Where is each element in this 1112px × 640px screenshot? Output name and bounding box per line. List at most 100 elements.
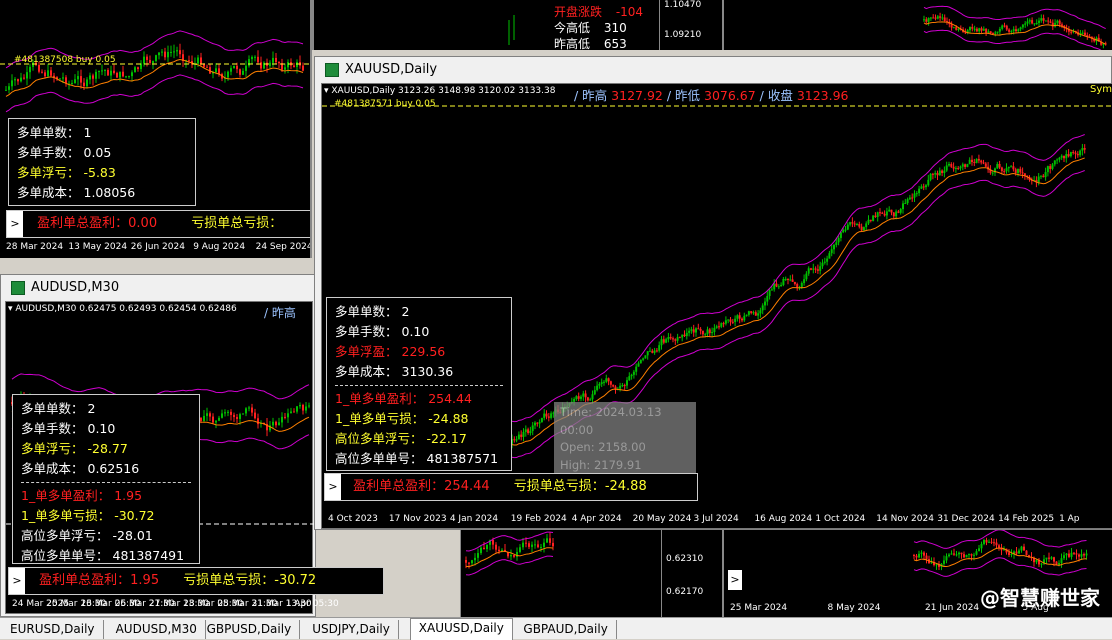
candle-body [236,417,238,419]
candle-body [1065,154,1068,159]
expand-arrow-button[interactable]: > [728,570,742,590]
date-tick: 16 Aug 2024 [754,514,813,524]
candle-body [957,28,960,30]
candle-body [985,28,988,33]
candle-body [38,64,40,72]
candle-body [856,223,858,225]
candle-body [236,65,238,70]
candle-body [872,215,875,221]
candle-body [635,366,638,372]
candle-body [883,213,886,216]
expand-arrow-button[interactable]: > [9,568,25,594]
candle-body [26,72,28,79]
candle-body [233,65,235,69]
candle-body [302,404,304,411]
candle-body [513,554,515,557]
candle-body [948,554,950,557]
divider [335,385,503,386]
candle-body [918,188,921,194]
candle-body [902,203,904,210]
info-value: -5.83 [79,165,116,180]
candle-body [1021,24,1024,28]
stat-value: 3127.92 [607,88,667,103]
indicator-line [913,547,1087,568]
gbpusd-chart-window[interactable]: 开盘涨跌 -104 今高低 310 昨高低 653 1.10470 1.09210 [312,0,722,50]
expand-arrow-button[interactable]: > [325,474,341,500]
profit-value: 254.44 [444,479,490,494]
usdjpy-chart-window[interactable] [722,0,1112,50]
tab-eurusd-daily[interactable]: EURUSD,Daily [2,620,104,639]
candle-body [122,71,124,77]
candle-body [486,544,488,550]
stat-line: 昨高低 653 [554,37,627,50]
candle-body [545,413,548,417]
candle-body [227,71,229,78]
candle-body [936,173,939,176]
tab-xauusd-daily[interactable]: XAUUSD,Daily [409,618,513,640]
candle-body [1063,155,1065,159]
date-tick: 14 Feb 2025 [998,514,1055,524]
audusd-window[interactable]: AUDUSD,M30 ▾ AUDUSD,M30 0.62475 0.62493 … [0,274,384,617]
tab-gbpaud-daily[interactable]: GBPAUD,Daily [515,620,617,639]
candle-body [531,544,533,547]
audusd-header: ▾ AUDUSD,M30 0.62475 0.62493 0.62454 0.6… [8,304,237,314]
info-value: 0.62516 [83,461,140,476]
candle-body [1048,557,1050,559]
expand-arrow-button[interactable]: > [7,211,23,237]
candle-body [1058,157,1061,160]
price-label: 0.62310 [666,554,704,564]
date-tick: 14 Nov 2024 [876,514,934,524]
candle-body [1000,167,1003,172]
candle-body [922,186,925,188]
candle-body [522,431,525,437]
profit-label: 盈利单总盈利： [39,573,131,588]
candle-body [874,215,877,218]
candle-body [257,418,259,425]
candle-body [892,212,895,217]
candle-body [254,412,256,419]
info-value: -28.01 [108,528,153,543]
candle-body [764,301,766,306]
date-tick: 31 Dec 2024 [937,514,995,524]
audusd-summary-bar: > 盈利单总盈利：1.95 亏损单总亏损：-30.72 [8,567,384,595]
candle-body [215,68,217,73]
tab-audusd-m30[interactable]: AUDUSD,M30 [108,620,206,639]
candle-body [143,56,145,64]
candle-body [978,28,981,32]
candle-body [155,55,157,62]
candle-body [888,209,891,212]
candle-body [1078,554,1080,557]
candle-body [965,555,968,558]
candle-body [952,27,955,29]
candle-body [846,224,849,230]
xauusd-header: ▾ XAUUSD,Daily 3123.26 3148.98 3120.02 3… [324,86,556,96]
xauusd-chart[interactable]: ▾ XAUUSD,Daily 3123.26 3148.98 3120.02 3… [321,83,1112,529]
candle-body [74,79,76,83]
xauusd-window[interactable]: XAUUSD,Daily ▾ XAUUSD,Daily 3123.26 3148… [314,56,1112,530]
candle-body [1080,554,1083,557]
candle-body [959,166,962,169]
eurusd-chart-window[interactable]: #481387508 buy 0.05 多单单数： 1 多单手数： 0.05 多单浮… [0,0,312,258]
candle-body [1003,171,1006,173]
candle-body [209,413,211,417]
candle-body [662,339,665,343]
candle-body [1079,150,1082,156]
info-key: 多单成本： [21,461,84,476]
tab-usdjpy-daily[interactable]: USDJPY,Daily [304,620,399,639]
candle-body [908,197,911,200]
candle-body [1053,160,1056,165]
candle-body [77,76,79,80]
date-tick: 4 Jan 2024 [449,514,499,524]
audusd-chart[interactable]: ▾ AUDUSD,M30 0.62475 0.62493 0.62454 0.6… [5,301,384,614]
tab-gbpusd-daily[interactable]: GBPUSD,Daily [199,620,301,639]
info-row: 多单浮亏： -28.77 [21,439,191,459]
candle-body [923,552,925,556]
candle-body [899,209,902,213]
info-key: 多单浮亏： [17,165,80,180]
audusd-titlebar[interactable]: AUDUSD,M30 [5,275,311,301]
candle-body [995,542,998,546]
candle-body [826,258,829,262]
chart-tabs: EURUSD,Daily AUDUSD,M30 GBPUSD,Daily USDJPY… [0,617,1112,640]
xauusd-titlebar[interactable]: XAUUSD,Daily [319,57,1107,83]
candle-body [89,75,91,80]
